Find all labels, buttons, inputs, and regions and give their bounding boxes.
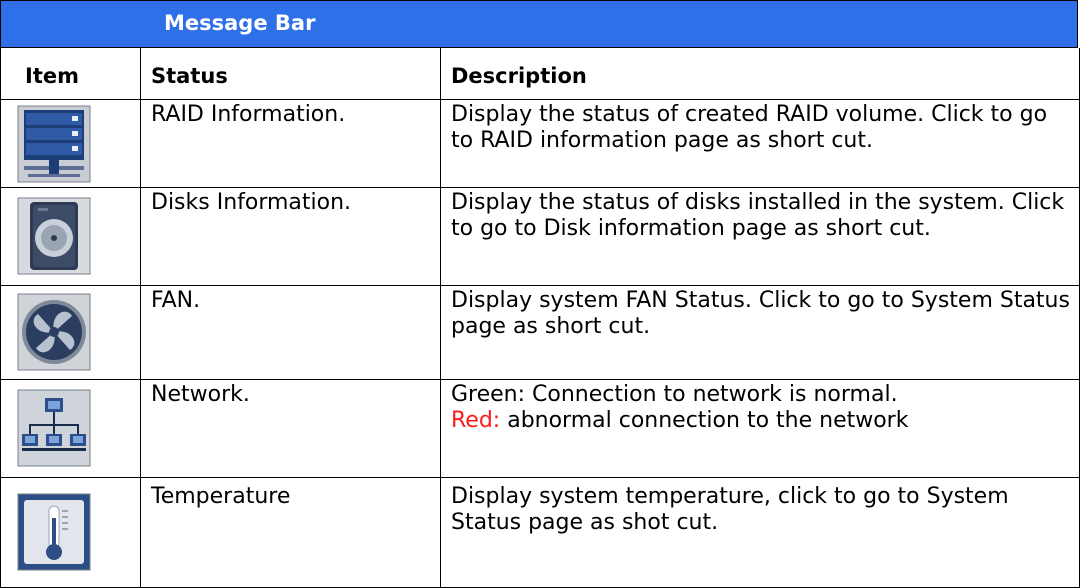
network-icon[interactable] bbox=[16, 388, 92, 468]
description-cell: Display the status of disks installed in… bbox=[440, 188, 1080, 285]
col-description-label: Description bbox=[451, 64, 587, 88]
status-cell: Network. bbox=[140, 380, 440, 477]
item-cell bbox=[0, 188, 140, 285]
description-cell: Green: Connection to network is normal. … bbox=[440, 380, 1080, 477]
col-item-label: Item bbox=[25, 64, 79, 88]
table-title: Message Bar bbox=[164, 11, 316, 35]
item-cell bbox=[0, 100, 140, 187]
status-text: RAID Information. bbox=[151, 102, 346, 127]
col-status-label: Status bbox=[151, 64, 228, 88]
status-cell: RAID Information. bbox=[140, 100, 440, 187]
table-row: FAN. Display system FAN Status. Click to… bbox=[0, 286, 1080, 380]
network-red-label: Red: bbox=[451, 408, 501, 433]
table-row: RAID Information. Display the status of … bbox=[0, 100, 1080, 188]
network-red-text: abnormal connection to the network bbox=[500, 408, 909, 433]
thermometer-icon[interactable] bbox=[16, 492, 92, 572]
item-cell bbox=[0, 380, 140, 477]
description-cell: Display system FAN Status. Click to go t… bbox=[440, 286, 1080, 379]
col-item-cell: Item bbox=[0, 48, 140, 99]
message-bar-table: Message Bar Item Status Description RAID bbox=[0, 0, 1080, 588]
status-cell: Disks Information. bbox=[140, 188, 440, 285]
table-title-bar: Message Bar bbox=[0, 0, 1078, 48]
status-cell: FAN. bbox=[140, 286, 440, 379]
table-row: Network. Green: Connection to network is… bbox=[0, 380, 1080, 478]
description-text: Display the status of created RAID volum… bbox=[451, 102, 1048, 153]
fan-icon[interactable] bbox=[16, 292, 92, 372]
raid-storage-icon[interactable] bbox=[16, 104, 92, 184]
description-text: Display the status of disks installed in… bbox=[451, 190, 1065, 241]
status-text: FAN. bbox=[151, 288, 201, 313]
disk-drive-icon[interactable] bbox=[16, 196, 92, 276]
item-cell bbox=[0, 478, 140, 587]
column-header-row: Item Status Description bbox=[0, 48, 1080, 100]
status-text: Network. bbox=[151, 382, 250, 407]
table-row: Disks Information. Display the status of… bbox=[0, 188, 1080, 286]
status-text: Temperature bbox=[151, 484, 291, 509]
status-cell: Temperature bbox=[140, 478, 440, 587]
description-text: Display system FAN Status. Click to go t… bbox=[451, 288, 1070, 339]
description-cell: Display system temperature, click to go … bbox=[440, 478, 1080, 587]
table-row: Temperature Display system temperature, … bbox=[0, 478, 1080, 588]
status-text: Disks Information. bbox=[151, 190, 352, 215]
description-text: Green: Connection to network is normal. … bbox=[451, 382, 1073, 434]
network-green-line: Green: Connection to network is normal. bbox=[451, 382, 898, 407]
description-cell: Display the status of created RAID volum… bbox=[440, 100, 1080, 187]
col-description-cell: Description bbox=[440, 48, 1080, 99]
item-cell bbox=[0, 286, 140, 379]
col-status-cell: Status bbox=[140, 48, 440, 99]
description-text: Display system temperature, click to go … bbox=[451, 484, 1009, 535]
